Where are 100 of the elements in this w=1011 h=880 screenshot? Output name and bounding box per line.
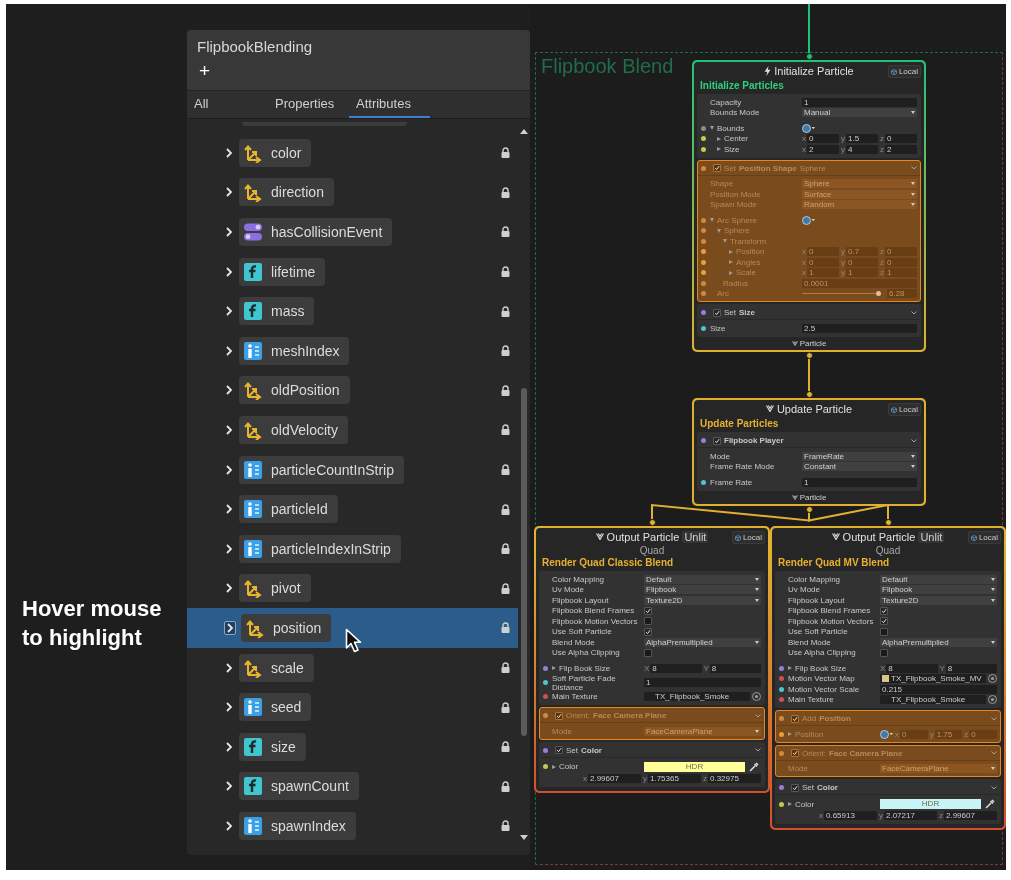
port-icon[interactable] <box>543 694 548 700</box>
checkbox[interactable] <box>880 648 888 657</box>
attribute-chip[interactable]: oldVelocity <box>239 415 348 444</box>
space-button[interactable]: Local <box>887 65 921 78</box>
texture-field[interactable]: TX_Flipbook_Smoke <box>880 695 986 705</box>
add-button[interactable]: + <box>197 62 213 80</box>
value-field[interactable]: 1 <box>644 678 761 687</box>
texture-field[interactable]: TX_Flipbook_Smoke <box>644 692 750 702</box>
dropdown[interactable]: Default <box>880 574 997 584</box>
checkbox[interactable] <box>880 627 888 636</box>
value-field[interactable]: 1.5 <box>846 134 878 144</box>
attribute-row[interactable]: particleIndexInStrip <box>187 528 518 569</box>
checkbox[interactable] <box>555 746 563 754</box>
attribute-chip[interactable]: spawnCount <box>239 772 359 801</box>
value-field[interactable]: 0 <box>807 134 839 144</box>
checkbox[interactable] <box>713 164 721 172</box>
value-field[interactable]: 2.99607 <box>588 773 641 783</box>
checkbox[interactable] <box>644 617 652 626</box>
flow-port-icon[interactable] <box>805 351 813 359</box>
port-icon[interactable] <box>543 747 548 753</box>
attribute-chip[interactable]: spawnIndex <box>239 811 356 840</box>
port-icon[interactable] <box>701 270 706 276</box>
value-field[interactable]: 8 <box>650 663 702 673</box>
attribute-chip[interactable]: seed <box>239 693 312 722</box>
space-button[interactable]: Local <box>967 531 1001 544</box>
value-field[interactable]: 1 <box>802 97 917 107</box>
texture-field[interactable]: TX_Flipbook_Smoke_MV <box>880 674 986 684</box>
attribute-row[interactable]: direction <box>187 172 518 213</box>
checkbox[interactable] <box>644 606 652 615</box>
port-icon[interactable] <box>701 136 706 142</box>
attribute-row[interactable]: scale <box>187 647 518 688</box>
value-field[interactable]: 0.65913 <box>824 811 877 820</box>
dropdown[interactable]: AlphaPremultiplied <box>880 637 997 647</box>
dropdown[interactable]: Default <box>644 574 761 584</box>
checkbox[interactable] <box>791 749 799 757</box>
port-icon[interactable] <box>543 764 548 769</box>
value-field[interactable]: 2.07217 <box>884 811 937 820</box>
port-icon[interactable] <box>701 325 706 331</box>
attribute-row[interactable]: spawnIndex <box>187 806 518 846</box>
color-swatch[interactable]: HDR <box>880 799 981 809</box>
attribute-chip[interactable]: lifetime <box>239 257 326 286</box>
checkbox[interactable] <box>644 648 652 657</box>
attribute-row[interactable]: pivot <box>187 568 518 609</box>
value-field[interactable]: 1.75365 <box>648 773 701 783</box>
attribute-chip[interactable]: direction <box>239 178 334 207</box>
checkbox[interactable] <box>644 627 652 636</box>
port-icon[interactable] <box>779 686 784 692</box>
dropdown[interactable]: Texture2D <box>644 595 761 605</box>
value-field[interactable]: 4 <box>846 144 878 154</box>
port-icon[interactable] <box>779 785 784 790</box>
checkbox[interactable] <box>880 617 888 626</box>
attribute-row[interactable]: hasCollisionEvent <box>187 212 518 252</box>
attribute-chip[interactable]: pivot <box>239 574 311 603</box>
dropdown[interactable]: Flipbook <box>880 585 997 595</box>
attribute-row[interactable]: seed <box>187 687 518 727</box>
checkbox[interactable] <box>713 308 721 317</box>
color-swatch[interactable]: HDR <box>644 761 745 772</box>
value-field[interactable]: 2.5 <box>802 323 917 333</box>
port-icon[interactable] <box>701 479 706 485</box>
attribute-row[interactable]: meshIndex <box>187 330 518 371</box>
port-icon[interactable] <box>701 310 706 315</box>
attribute-row[interactable]: lifetime <box>187 251 518 292</box>
port-icon[interactable] <box>701 146 706 152</box>
value-field[interactable]: 0.215 <box>880 684 997 694</box>
value-field[interactable]: 8 <box>945 663 997 673</box>
flow-port-icon[interactable] <box>805 391 813 398</box>
dropdown[interactable]: Texture2D <box>880 595 997 605</box>
value-field[interactable]: 1 <box>802 477 917 487</box>
attribute-row[interactable]: oldPosition <box>187 370 518 411</box>
port-icon[interactable] <box>543 665 548 671</box>
tab[interactable]: All <box>187 91 268 118</box>
attribute-row[interactable]: particleCountInStrip <box>187 449 518 490</box>
attribute-chip[interactable]: oldPosition <box>239 376 350 405</box>
port-icon[interactable] <box>779 801 784 807</box>
attribute-chip[interactable]: color <box>239 138 312 167</box>
port-icon[interactable] <box>779 665 784 671</box>
flow-port-icon[interactable] <box>805 53 813 60</box>
attribute-chip[interactable]: particleIndexInStrip <box>239 534 401 563</box>
value-field[interactable]: 0.32975 <box>708 773 761 783</box>
port-icon[interactable] <box>701 249 706 255</box>
attribute-row[interactable]: color <box>187 133 518 173</box>
checkbox[interactable] <box>791 783 799 792</box>
checkbox[interactable] <box>713 436 721 445</box>
dropdown[interactable]: FrameRate <box>802 451 917 461</box>
port-icon[interactable] <box>701 125 706 131</box>
attribute-row[interactable]: spawnCount <box>187 766 518 807</box>
attribute-chip[interactable]: particleCountInStrip <box>239 455 404 484</box>
port-icon[interactable] <box>779 731 784 737</box>
port-icon[interactable] <box>779 697 784 703</box>
scrollbar-thumb[interactable] <box>521 388 527 736</box>
attribute-row[interactable]: mass <box>187 291 518 331</box>
dropdown[interactable]: Constant <box>802 462 917 472</box>
tab[interactable]: Properties <box>268 91 349 118</box>
attribute-chip[interactable]: mass <box>239 297 315 326</box>
attribute-chip[interactable]: position <box>241 613 332 642</box>
dropdown[interactable]: AlphaPremultiplied <box>644 637 761 647</box>
dropdown[interactable]: Manual <box>802 108 917 118</box>
value-field[interactable]: 2 <box>807 144 839 154</box>
attribute-row[interactable]: particleId <box>187 489 518 529</box>
attribute-row[interactable]: size <box>187 726 518 767</box>
